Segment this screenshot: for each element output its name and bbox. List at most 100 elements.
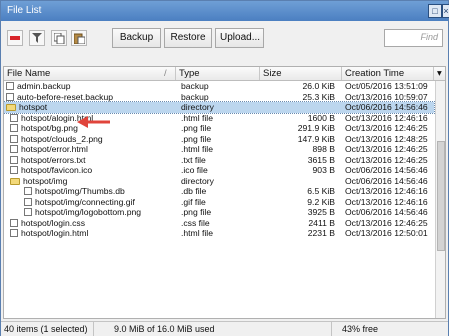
cell-size: 1600 B — [307, 112, 335, 123]
cell-type: .html file — [181, 228, 213, 238]
title-bar[interactable]: File List □ × — [1, 1, 449, 21]
table-row[interactable]: hotspot/img/connecting.gif .gif file 9.2 K… — [4, 197, 434, 208]
file-name-text: hotspot/login.css — [21, 217, 86, 228]
filter-icon[interactable] — [29, 30, 45, 46]
file-name-text: hotspot/alogin.html — [21, 112, 94, 123]
window-title: File List — [7, 5, 42, 16]
cell-type: backup — [181, 81, 209, 91]
table-row[interactable]: auto-before-reset.backup backup 25.3 KiB Oc… — [4, 92, 434, 103]
file-icon — [10, 113, 18, 122]
find-input[interactable]: Find — [384, 29, 443, 47]
cell-creation-time: Oct/06/2016 14:56:46 — [345, 102, 428, 112]
cell-creation-time: Oct/13/2016 12:46:25 — [345, 123, 428, 133]
paste-icon[interactable] — [71, 30, 87, 46]
cell-file-name: auto-before-reset.backup — [6, 92, 169, 103]
maximize-icon[interactable]: □ — [428, 4, 442, 18]
restore-button[interactable]: Restore — [164, 28, 212, 48]
table-row[interactable]: hotspot/bg.png .png file 291.9 KiB Oct/13/2… — [4, 123, 434, 134]
table-row[interactable]: hotspot/login.css .css file 2411 B Oct/13/2… — [4, 218, 434, 229]
cell-creation-time: Oct/13/2016 12:46:25 — [345, 144, 428, 154]
table-row[interactable]: hotspot/img/logobottom.png .png file 3925 … — [4, 207, 434, 218]
folder-icon — [6, 104, 16, 111]
table-row[interactable]: hotspot/img directory Oct/06/2016 14:56:46 — [4, 176, 434, 187]
cell-type: directory — [181, 175, 214, 186]
cell-size: 2411 B — [308, 217, 335, 228]
cell-creation-time: Oct/13/2016 10:59:07 — [345, 91, 428, 102]
col-creation-time[interactable]: Creation Time — [342, 67, 434, 80]
file-icon — [24, 187, 32, 195]
file-icon — [24, 208, 32, 216]
file-name-text: hotspot/login.html — [21, 228, 89, 238]
file-name-text: hotspot/img/logobottom.png — [35, 207, 142, 217]
cell-type: .png file — [181, 133, 212, 144]
cell-size: 147.9 KiB — [297, 133, 335, 144]
cell-size: 26.0 KiB — [302, 81, 336, 91]
cell-file-name: hotspot/errors.txt — [6, 155, 173, 166]
file-name-text: hotspot/errors.txt — [21, 154, 86, 165]
status-bar: 40 items (1 selected) 9.0 MiB of 16.0 Mi… — [1, 321, 448, 336]
file-name-text: hotspot/img/Thumbs.db — [35, 186, 125, 196]
cell-type: .png file — [181, 207, 212, 217]
cell-file-name: admin.backup — [6, 81, 169, 92]
cell-creation-time: Oct/05/2016 13:51:09 — [345, 81, 428, 91]
close-icon[interactable]: × — [442, 4, 449, 18]
file-name-text: hotspot/clouds_2.png — [21, 133, 103, 144]
cell-creation-time: Oct/06/2016 14:56:46 — [345, 175, 428, 186]
cell-size — [263, 176, 335, 187]
file-name-text: auto-before-reset.backup — [17, 91, 114, 102]
table-row[interactable]: hotspot directory Oct/06/2016 14:56:46 — [4, 101, 435, 114]
col-size[interactable]: Size — [260, 67, 342, 80]
cell-type: .css file — [181, 217, 210, 228]
file-icon — [24, 197, 32, 206]
vertical-scrollbar[interactable] — [435, 81, 445, 318]
cell-creation-time: Oct/13/2016 12:50:01 — [345, 228, 428, 238]
table-row[interactable]: hotspot/errors.txt .txt file 3615 B Oct/13/… — [4, 155, 434, 166]
table-row[interactable]: admin.backup backup 26.0 KiB Oct/05/2016 13… — [4, 81, 434, 92]
cell-creation-time: Oct/13/2016 12:46:16 — [345, 196, 428, 207]
cell-size: 25.3 KiB — [302, 91, 336, 102]
cell-size: 3925 B — [307, 207, 335, 217]
file-icon — [6, 92, 14, 101]
status-items: 40 items (1 selected) — [1, 322, 94, 336]
file-name-text: hotspot/bg.png — [21, 123, 78, 133]
file-name-text: hotspot/error.html — [21, 144, 88, 154]
cell-size: 6.5 KiB — [307, 186, 335, 196]
file-list-window: File List □ × Backup Restore Upload... F… — [0, 0, 449, 336]
cell-file-name: hotspot/img — [6, 176, 173, 187]
cell-type: .png file — [181, 123, 212, 133]
file-icon — [10, 218, 18, 227]
file-icon — [10, 145, 18, 153]
file-icon — [10, 155, 18, 164]
cell-type: backup — [181, 91, 209, 102]
cell-size: 903 B — [312, 165, 335, 175]
cell-size: 291.9 KiB — [297, 123, 335, 133]
file-icon — [10, 229, 18, 237]
delete-icon[interactable] — [7, 30, 23, 46]
col-file-name[interactable]: File Name / — [4, 67, 176, 80]
table-row[interactable]: hotspot/error.html .html file 898 B Oct/13/… — [4, 144, 434, 155]
cell-creation-time: Oct/13/2016 12:46:25 — [345, 154, 428, 165]
table-header: File Name / Type Size Creation Time ▾ — [4, 67, 445, 81]
cell-creation-time: Oct/13/2016 12:48:25 — [345, 133, 428, 144]
table-row[interactable]: hotspot/login.html .html file 2231 B Oct/13… — [4, 228, 434, 239]
col-type[interactable]: Type — [176, 67, 260, 80]
cell-creation-time: Oct/06/2016 14:56:46 — [345, 165, 428, 175]
cell-creation-time: Oct/06/2016 14:56:46 — [345, 207, 428, 217]
status-usage: 9.0 MiB of 16.0 MiB used — [94, 322, 332, 336]
table-row[interactable]: hotspot/img/Thumbs.db .db file 6.5 KiB Oct/… — [4, 186, 434, 197]
column-menu-icon[interactable]: ▾ — [434, 67, 445, 80]
backup-button[interactable]: Backup — [112, 28, 161, 48]
cell-file-name: hotspot/login.css — [6, 218, 173, 229]
table-row[interactable]: hotspot/favicon.ico .ico file 903 B Oct/06/… — [4, 165, 434, 176]
cell-type: .html file — [181, 144, 213, 154]
file-name-text: admin.backup — [17, 81, 71, 91]
cell-file-name: hotspot/clouds_2.png — [6, 134, 173, 145]
copy-icon[interactable] — [51, 30, 67, 46]
cell-creation-time: Oct/13/2016 12:46:25 — [345, 217, 428, 228]
table-row[interactable]: hotspot/clouds_2.png .png file 147.9 KiB Oc… — [4, 134, 434, 145]
upload-button[interactable]: Upload... — [215, 28, 264, 48]
toolbar: Backup Restore Upload... Find — [1, 21, 448, 55]
table-row[interactable]: hotspot/alogin.html .html file 1600 B Oct/1… — [4, 113, 434, 124]
scrollbar-thumb[interactable] — [437, 141, 445, 251]
cell-type: .html file — [181, 112, 213, 123]
